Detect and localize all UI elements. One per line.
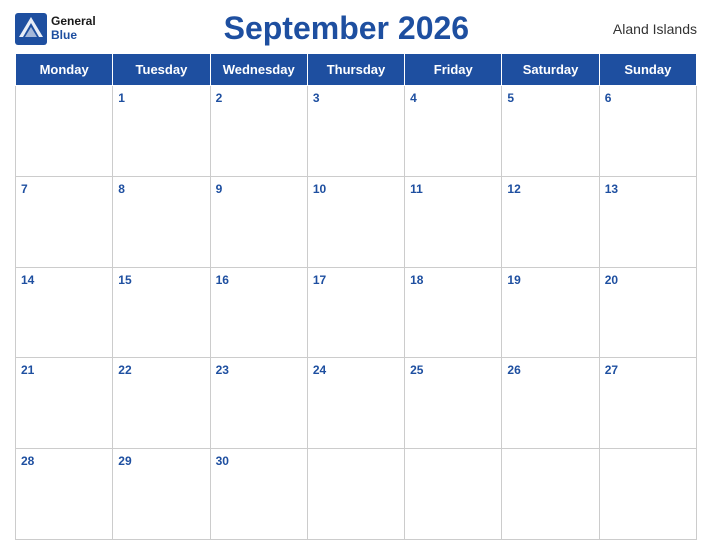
logo: General Blue	[15, 13, 96, 45]
col-header-tuesday: Tuesday	[113, 54, 210, 86]
calendar-cell: 3	[307, 86, 404, 177]
day-number: 4	[410, 91, 417, 105]
day-number: 9	[216, 182, 223, 196]
calendar-cell: 28	[16, 449, 113, 540]
day-number: 7	[21, 182, 28, 196]
col-header-saturday: Saturday	[502, 54, 599, 86]
day-number: 13	[605, 182, 618, 196]
day-number: 8	[118, 182, 125, 196]
calendar-cell: 5	[502, 86, 599, 177]
day-number: 22	[118, 363, 131, 377]
calendar-cell: 6	[599, 86, 696, 177]
logo-general-text: General	[51, 15, 96, 28]
day-number: 5	[507, 91, 514, 105]
day-number: 26	[507, 363, 520, 377]
calendar-cell: 7	[16, 176, 113, 267]
day-number: 11	[410, 182, 423, 196]
day-number: 20	[605, 273, 618, 287]
calendar-title: September 2026	[224, 10, 469, 47]
calendar-cell: 19	[502, 267, 599, 358]
calendar-cell: 14	[16, 267, 113, 358]
calendar-cell: 26	[502, 358, 599, 449]
calendar-week-2: 7 8 9 10 11 12 13	[16, 176, 697, 267]
calendar-cell: 2	[210, 86, 307, 177]
calendar-cell: 13	[599, 176, 696, 267]
col-header-wednesday: Wednesday	[210, 54, 307, 86]
calendar-cell	[405, 449, 502, 540]
calendar-cell: 8	[113, 176, 210, 267]
calendar-cell: 15	[113, 267, 210, 358]
col-header-thursday: Thursday	[307, 54, 404, 86]
calendar-cell: 24	[307, 358, 404, 449]
calendar-cell	[16, 86, 113, 177]
calendar-week-4: 21 22 23 24 25 26 27	[16, 358, 697, 449]
calendar-cell: 29	[113, 449, 210, 540]
day-number: 16	[216, 273, 229, 287]
logo-icon	[15, 13, 47, 45]
day-number: 3	[313, 91, 320, 105]
calendar-cell: 30	[210, 449, 307, 540]
calendar-cell: 10	[307, 176, 404, 267]
logo-blue-text: Blue	[51, 29, 96, 42]
day-number: 21	[21, 363, 34, 377]
day-number: 29	[118, 454, 131, 468]
calendar-cell: 22	[113, 358, 210, 449]
day-number: 17	[313, 273, 326, 287]
logo-text: General Blue	[51, 15, 96, 41]
calendar-cell: 20	[599, 267, 696, 358]
calendar-cell: 21	[16, 358, 113, 449]
day-number: 15	[118, 273, 131, 287]
calendar-cell: 27	[599, 358, 696, 449]
calendar-cell: 9	[210, 176, 307, 267]
calendar-cell	[502, 449, 599, 540]
calendar-cell: 25	[405, 358, 502, 449]
col-header-friday: Friday	[405, 54, 502, 86]
day-number: 24	[313, 363, 326, 377]
calendar-cell: 17	[307, 267, 404, 358]
day-number: 12	[507, 182, 520, 196]
day-number: 30	[216, 454, 229, 468]
day-number: 1	[118, 91, 125, 105]
calendar-cell: 18	[405, 267, 502, 358]
region-label: Aland Islands	[597, 21, 697, 37]
calendar-week-1: 1 2 3 4 5 6	[16, 86, 697, 177]
page-header: General Blue September 2026 Aland Island…	[15, 10, 697, 47]
calendar-cell: 4	[405, 86, 502, 177]
day-number: 14	[21, 273, 34, 287]
day-number: 19	[507, 273, 520, 287]
day-number: 27	[605, 363, 618, 377]
day-number: 2	[216, 91, 223, 105]
calendar-cell: 23	[210, 358, 307, 449]
calendar-cell	[307, 449, 404, 540]
calendar-header-row: MondayTuesdayWednesdayThursdayFridaySatu…	[16, 54, 697, 86]
day-number: 6	[605, 91, 612, 105]
calendar-cell	[599, 449, 696, 540]
calendar-cell: 12	[502, 176, 599, 267]
calendar-week-5: 28 29 30	[16, 449, 697, 540]
col-header-sunday: Sunday	[599, 54, 696, 86]
calendar-cell: 11	[405, 176, 502, 267]
calendar-cell: 1	[113, 86, 210, 177]
day-number: 23	[216, 363, 229, 377]
day-number: 18	[410, 273, 423, 287]
day-number: 10	[313, 182, 326, 196]
calendar-cell: 16	[210, 267, 307, 358]
calendar-table: MondayTuesdayWednesdayThursdayFridaySatu…	[15, 53, 697, 540]
day-number: 25	[410, 363, 423, 377]
col-header-monday: Monday	[16, 54, 113, 86]
day-number: 28	[21, 454, 34, 468]
calendar-week-3: 14 15 16 17 18 19 20	[16, 267, 697, 358]
